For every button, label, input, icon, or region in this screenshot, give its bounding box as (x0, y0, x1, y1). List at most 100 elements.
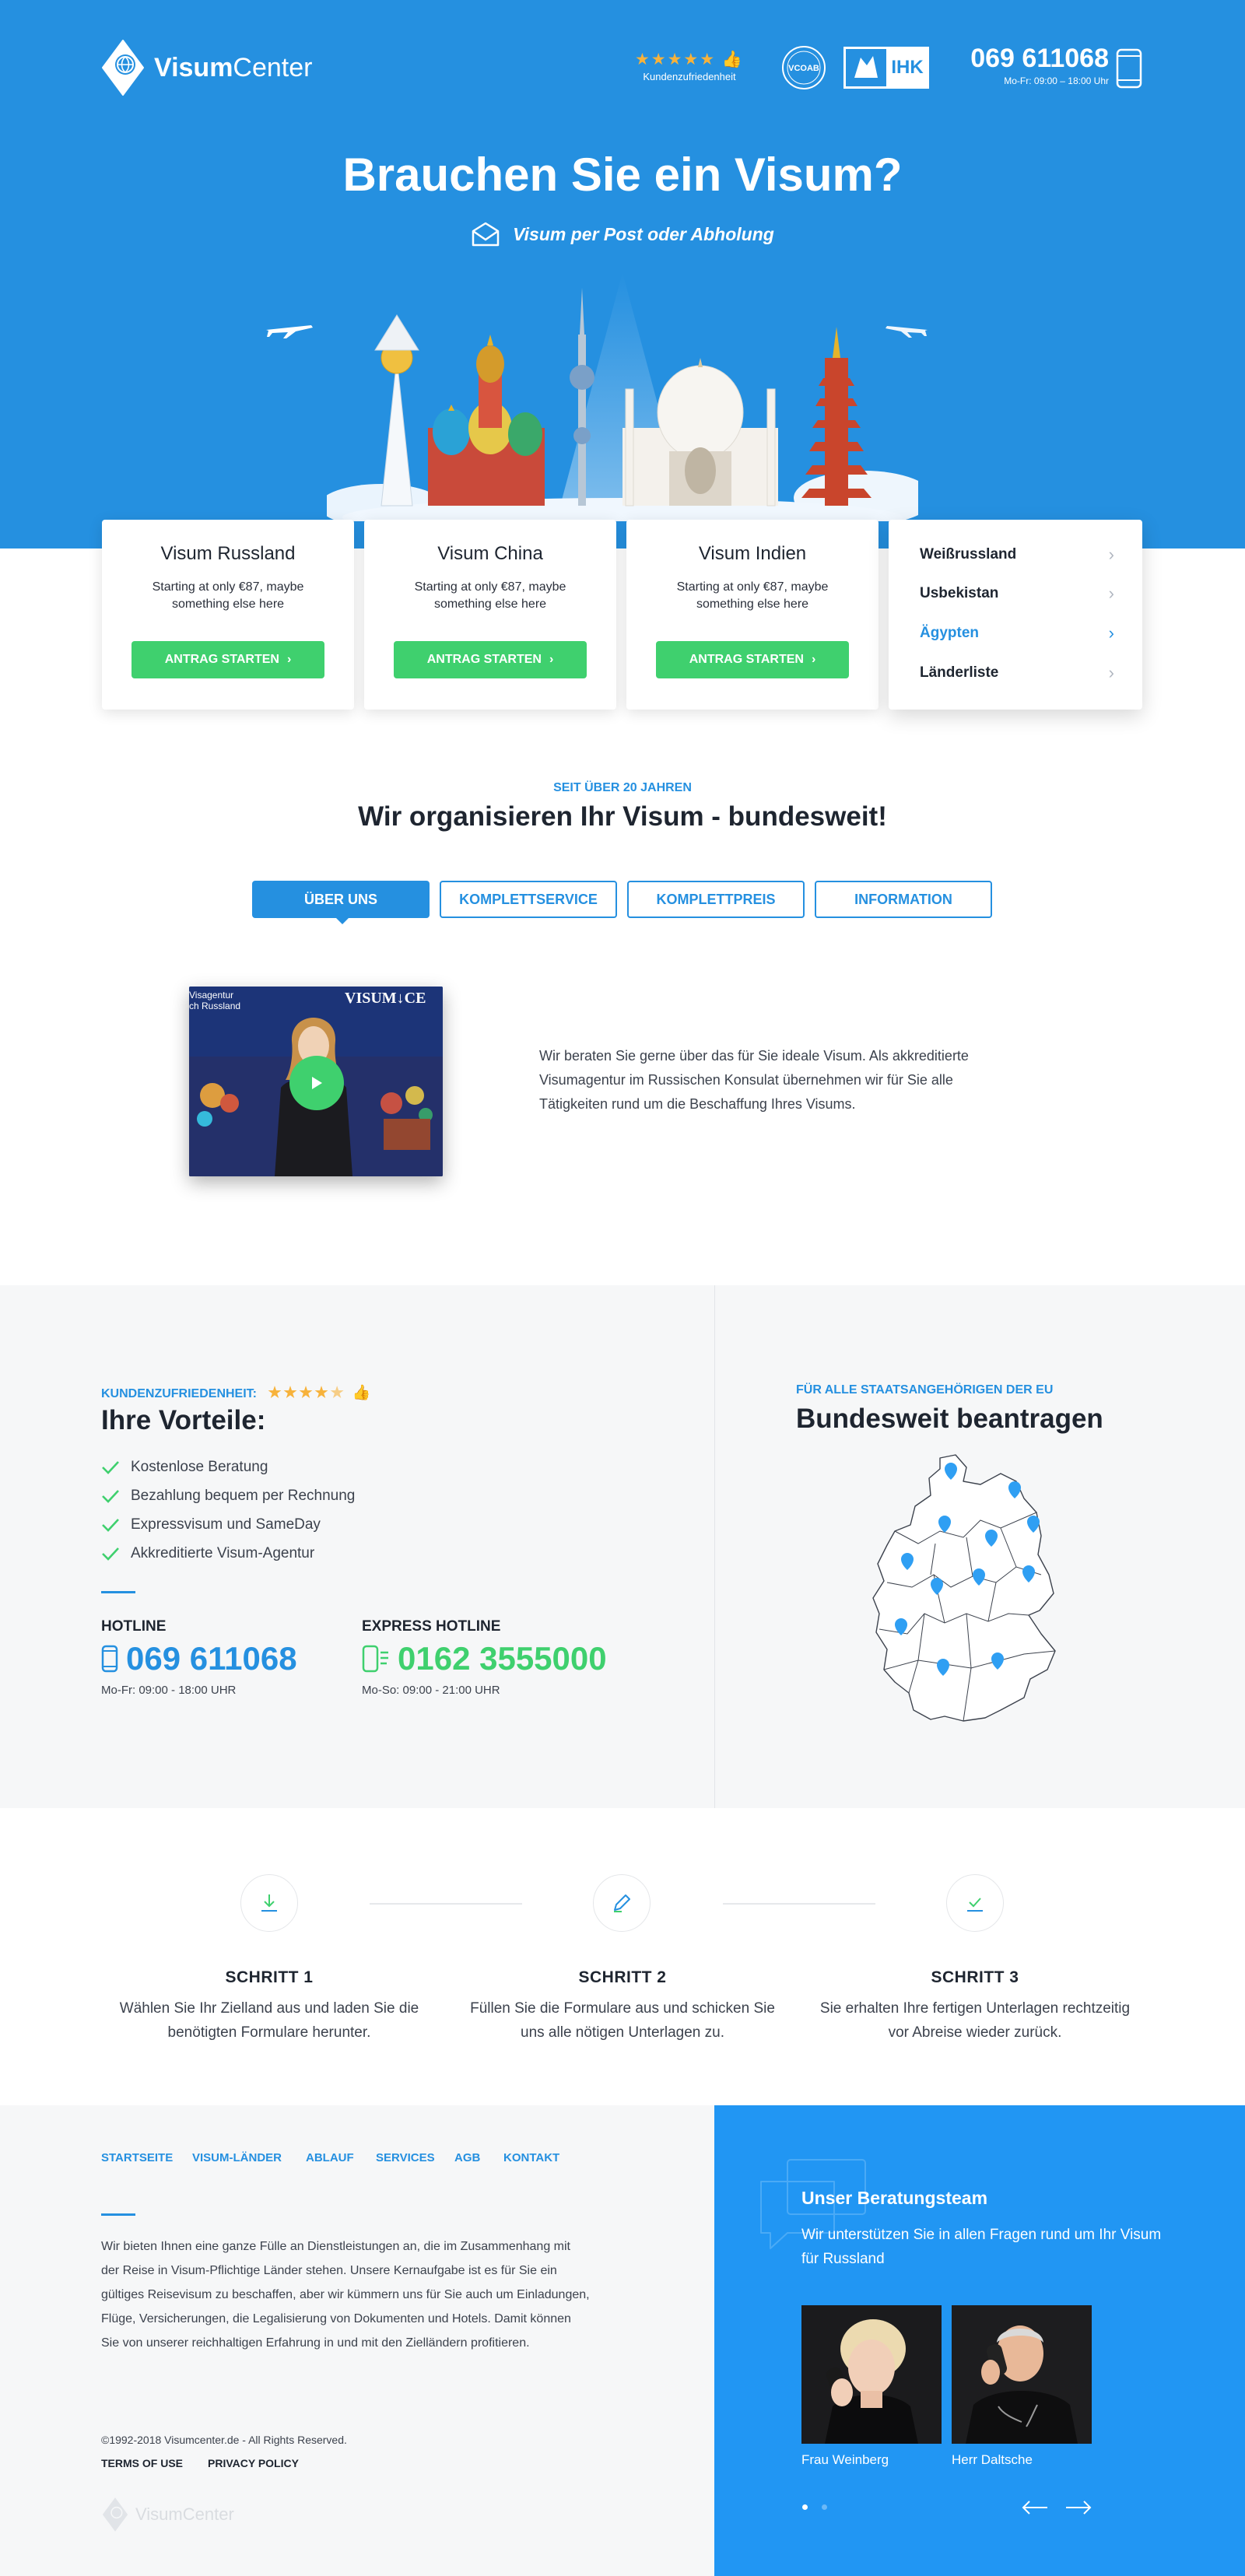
chevron-right-icon: › (811, 653, 816, 666)
visa-card-china: Visum China Starting at only €87, maybe … (364, 520, 616, 710)
footer-nav-visum-laender[interactable]: VISUM-LÄNDER (192, 2151, 282, 2164)
vcoab-badge: VCOAB (781, 45, 826, 90)
chevron-right-icon: › (1108, 545, 1114, 564)
advantage-item: Akkreditierte Visum-Agentur (101, 1545, 314, 1562)
checkmark-icon (102, 1519, 119, 1532)
button-label: ANTRAG STARTEN (426, 653, 542, 666)
rating-stars: ★★★★★ 👍 (268, 1385, 374, 1401)
section-title: Wir organisieren Ihr Visum - bundesweit! (358, 801, 887, 832)
eyebrow-text: KUNDENZUFRIEDENHEIT: (101, 1387, 257, 1400)
map-title: Bundesweit beantragen (796, 1404, 1103, 1434)
antrag-starten-button[interactable]: ANTRAG STARTEN › (656, 641, 849, 678)
carousel-dot-active[interactable] (802, 2504, 808, 2510)
footer-nav-startseite[interactable]: STARTSEITE (101, 2151, 173, 2164)
customer-rating: ★★★★★ 👍 Kundenzufriedenheit (627, 50, 752, 82)
express-hotline-hours: Mo-So: 09:00 - 21:00 UHR (362, 1684, 500, 1697)
chevron-right-icon: › (549, 653, 554, 666)
country-item-aegypten[interactable]: Ägypten › (920, 623, 1114, 643)
blue-divider (101, 2213, 135, 2216)
country-item-laenderliste[interactable]: Länderliste › (920, 663, 1114, 683)
ihk-text: IHK (891, 57, 924, 78)
phone-with-card-icon (362, 1645, 388, 1673)
chevron-right-icon: › (1108, 663, 1114, 682)
hero-title: Brauchen Sie ein Visum? (342, 149, 903, 201)
mobile-phone-icon (101, 1645, 118, 1673)
antrag-starten-button[interactable]: ANTRAG STARTEN › (132, 641, 324, 678)
checkmark-icon (967, 1898, 983, 1912)
advantage-item: Kostenlose Beratung (101, 1459, 268, 1476)
card-title: Visum Russland (160, 543, 296, 564)
hotline-label: HOTLINE (101, 1618, 167, 1635)
play-button[interactable] (289, 1056, 344, 1110)
video-tag: Visagentur ch Russland (189, 990, 241, 1011)
tab-komplettpreis[interactable]: KOMPLETTPREIS (627, 881, 805, 918)
advantage-item: Bezahlung bequem per Rechnung (101, 1488, 355, 1505)
globe-logo-icon (102, 2497, 128, 2532)
map-eyebrow: FÜR ALLE STAATSANGEHÖRIGEN DER EU (796, 1383, 1054, 1397)
advantage-text: Bezahlung bequem per Rechnung (131, 1488, 356, 1504)
country-label: Ägypten (920, 625, 979, 641)
hotline-number-text: 069 611068 (126, 1640, 297, 1677)
carousel-dot[interactable] (822, 2504, 827, 2510)
tab-komplettservice[interactable]: KOMPLETTSERVICE (440, 881, 617, 918)
arrow-right-icon[interactable] (1064, 2500, 1092, 2515)
chevron-right-icon: › (286, 653, 292, 666)
logo-text-bold: Visum (154, 52, 233, 82)
checkmark-icon (102, 1547, 119, 1561)
step-3-icon-circle (946, 1874, 1004, 1932)
terms-link[interactable]: TERMS OF USE (101, 2457, 183, 2469)
checkmark-icon (102, 1490, 119, 1503)
tab-ueber-uns[interactable]: ÜBER UNS (252, 881, 430, 924)
header-phone[interactable]: 069 611068 Mo-Fr: 09:00 – 18:00 Uhr (953, 44, 1109, 86)
play-icon (312, 1077, 322, 1089)
card-text: Starting at only €87, maybe something el… (676, 580, 829, 611)
tab-information[interactable]: INFORMATION (815, 881, 992, 918)
step-title: SCHRITT 2 (578, 1968, 667, 1986)
about-text: Wir beraten Sie gerne über das für Sie i… (539, 1048, 969, 1112)
footer-logo[interactable]: VisumCenter (101, 2497, 234, 2532)
country-item-usbekistan[interactable]: Usbekistan › (920, 584, 1114, 604)
footer-logo-text: VisumCenter (135, 2504, 234, 2524)
step-text: Sie erhalten Ihre fertigen Unterlagen re… (819, 2000, 1131, 2041)
header-phone-number[interactable]: 069 611068 (953, 44, 1109, 74)
hero-subtitle-text: Visum per Post oder Abholung (513, 223, 774, 244)
copyright: ©1992-2018 Visumcenter.de - All Rights R… (101, 2434, 347, 2446)
video-logo-text: VISUM↓CE (345, 990, 426, 1007)
privacy-link[interactable]: PRIVACY POLICY (208, 2457, 299, 2469)
team-subtitle: Wir unterstützen Sie in allen Fragen run… (801, 2227, 1162, 2267)
video-player[interactable]: VISUM↓CE Visagentur ch Russland (189, 987, 443, 1176)
germany-map (872, 1454, 1056, 1722)
hotline-hours: Mo-Fr: 09:00 - 18:00 UHR (101, 1684, 237, 1697)
arrow-left-icon[interactable] (1021, 2500, 1049, 2515)
card-title: Visum Indien (698, 543, 807, 564)
footer-text: Wir bieten Ihnen eine ganze Fülle an Die… (101, 2240, 590, 2350)
antrag-starten-button[interactable]: ANTRAG STARTEN › (394, 641, 587, 678)
country-label: Weißrussland (920, 546, 1017, 563)
button-label: ANTRAG STARTEN (164, 653, 279, 666)
country-label: Länderliste (920, 664, 999, 681)
advantage-text: Kostenlose Beratung (131, 1459, 268, 1475)
site-logo[interactable]: VisumCenter (101, 39, 312, 96)
vcoab-text: VCOAB (788, 64, 819, 73)
visa-card-indien: Visum Indien Starting at only €87, maybe… (626, 520, 879, 710)
footer-nav-services[interactable]: SERVICES (376, 2151, 435, 2164)
express-hotline-label: EXPRESS HOTLINE (362, 1618, 501, 1635)
express-hotline-number[interactable]: 0162 3555000 (362, 1640, 607, 1677)
country-item-weissrussland[interactable]: Weißrussland › (920, 545, 1114, 565)
landmarks-illustration (327, 272, 918, 521)
card-text: Starting at only €87, maybe something el… (152, 580, 304, 611)
envelope-icon (472, 222, 500, 247)
checkmark-icon (102, 1461, 119, 1474)
visa-card-russland: Visum Russland Starting at only €87, may… (102, 520, 354, 710)
chevron-right-icon: › (1108, 623, 1114, 643)
footer-nav-kontakt[interactable]: KONTAKT (503, 2151, 559, 2164)
footer-nav-ablauf[interactable]: ABLAUF (306, 2151, 354, 2164)
team-member-name: Herr Daltsche (952, 2452, 1033, 2467)
country-label: Usbekistan (920, 585, 999, 601)
advantage-text: Expressvisum und SameDay (131, 1516, 321, 1533)
rating-label: Kundenzufriedenheit (643, 71, 736, 82)
step-1-icon-circle (240, 1874, 298, 1932)
team-member-photo (952, 2305, 1092, 2444)
hotline-number[interactable]: 069 611068 (101, 1640, 297, 1677)
footer-nav-agb[interactable]: AGB (454, 2151, 480, 2164)
